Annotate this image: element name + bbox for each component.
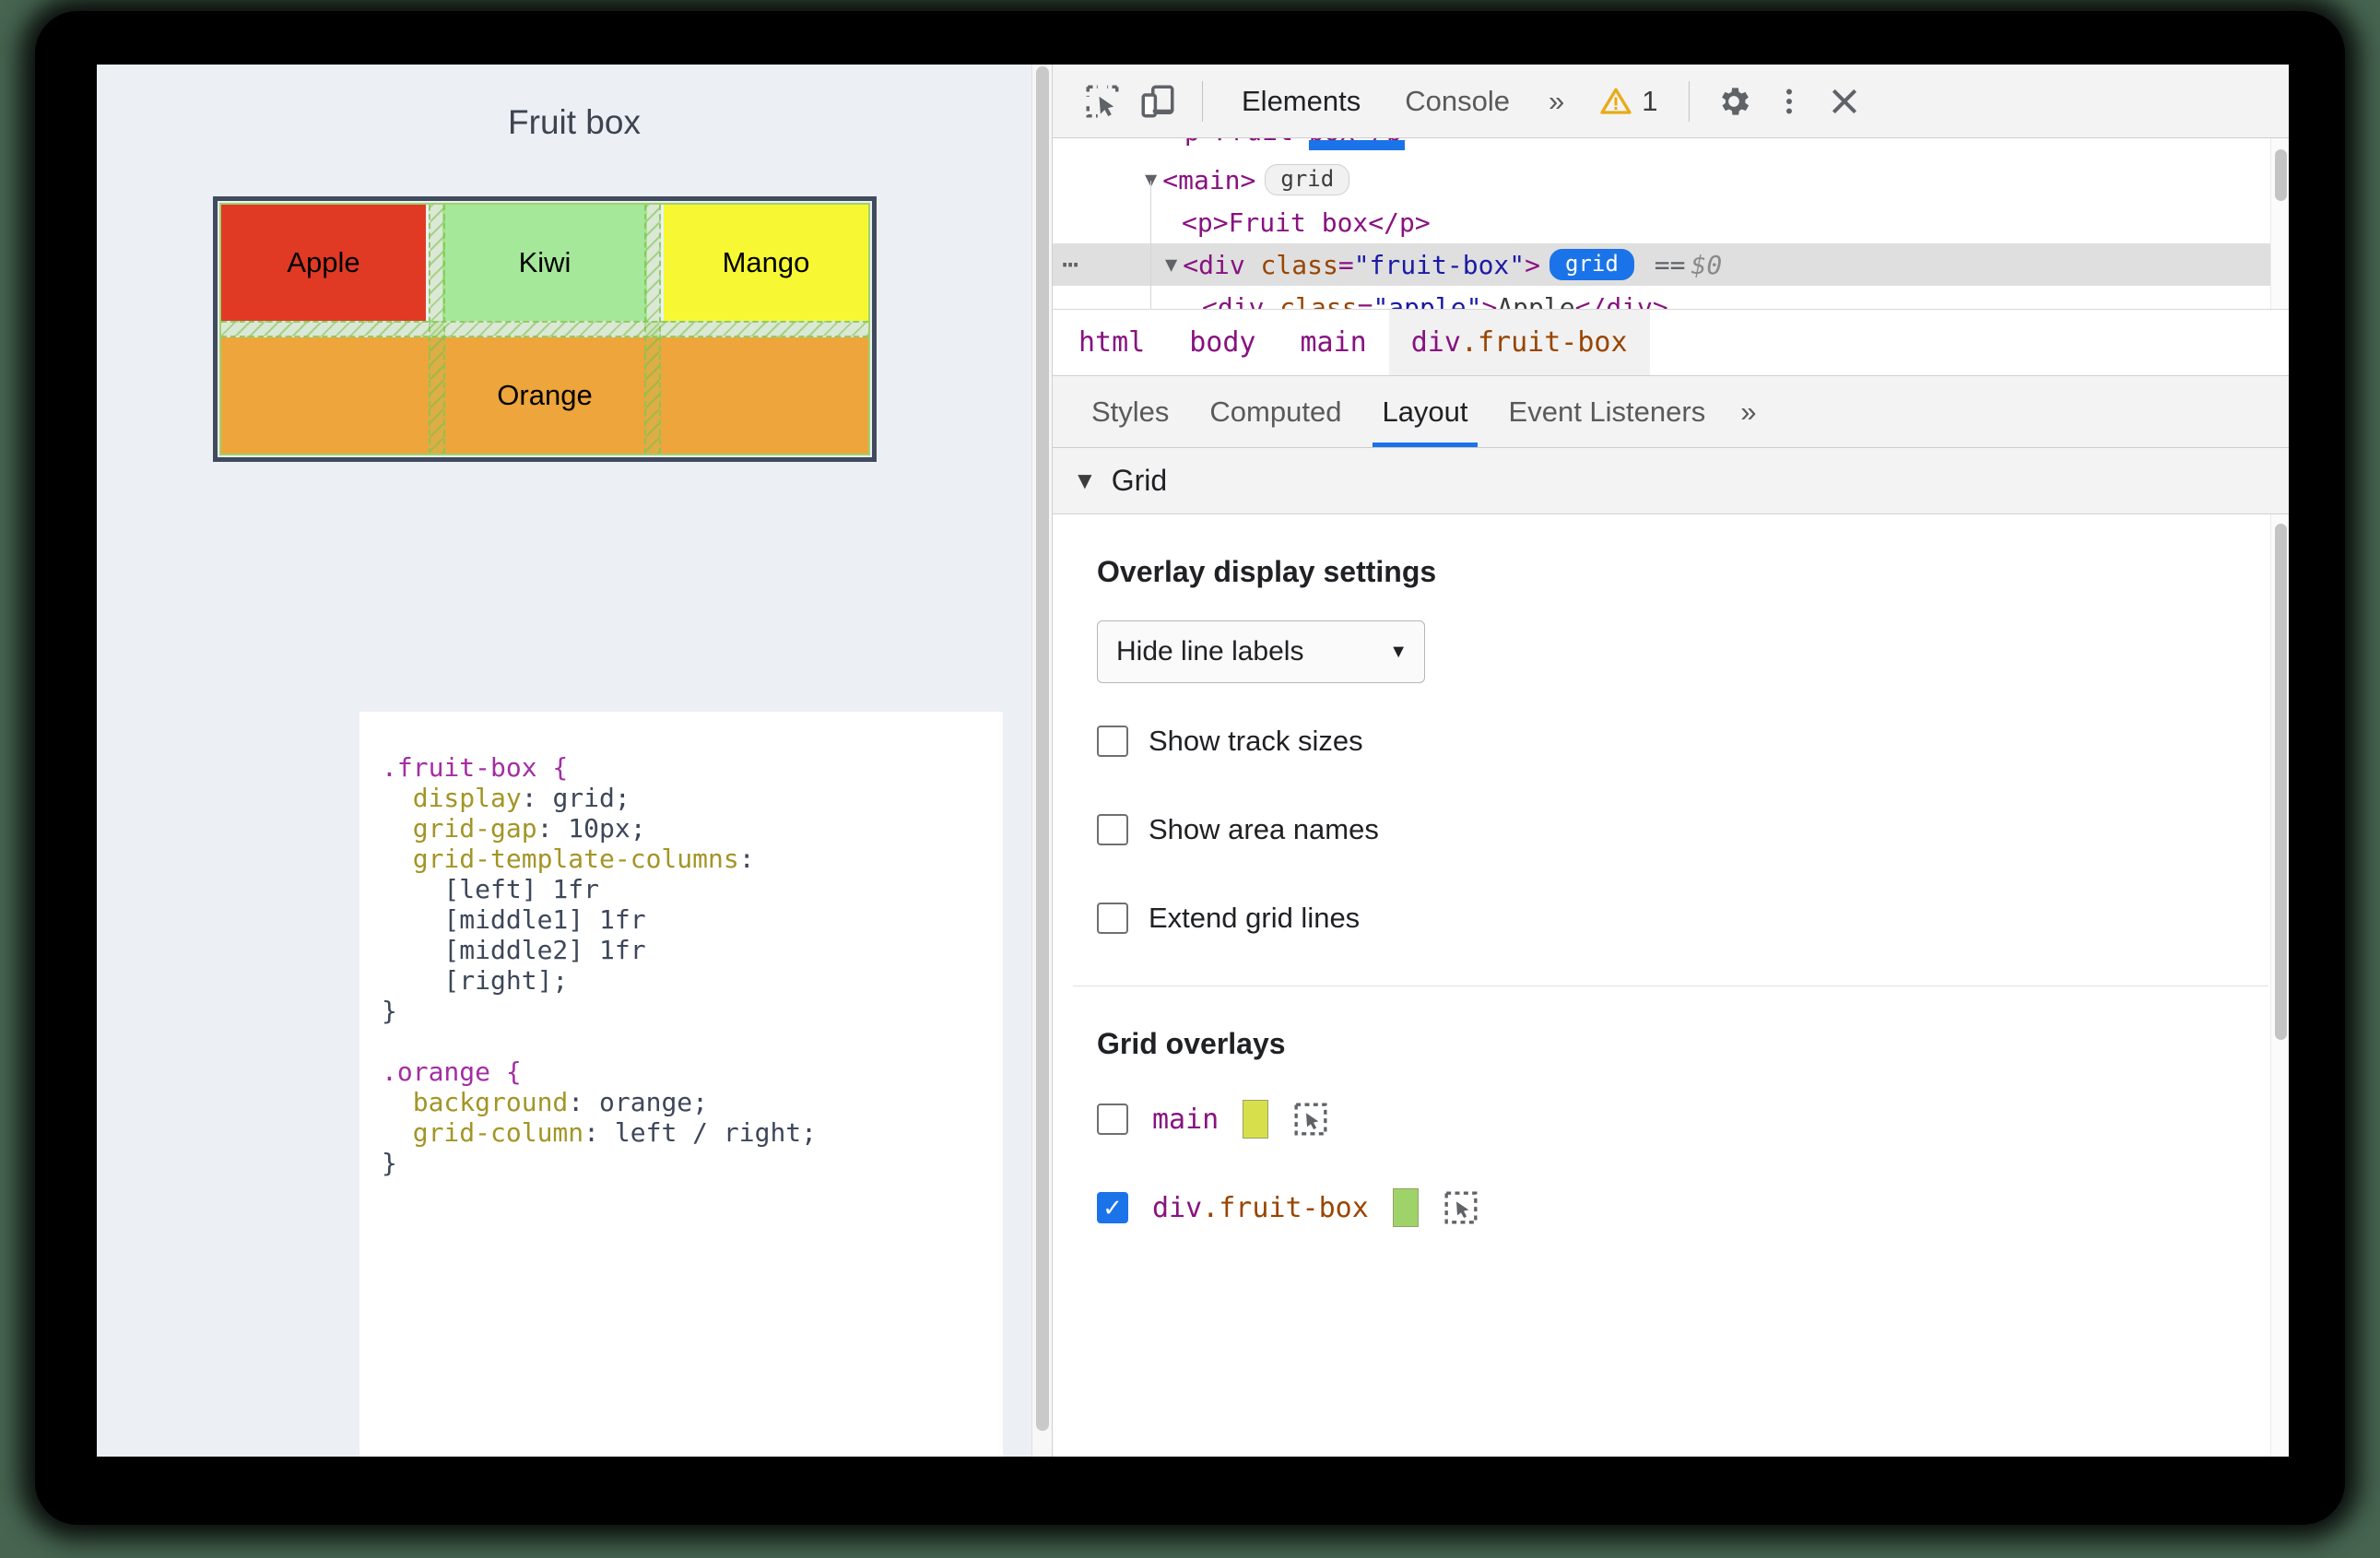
collapse-triangle-icon[interactable]: ▼ (1073, 466, 1097, 495)
toolbar-divider-2 (1689, 80, 1691, 122)
dom-tag-main: <main> (1162, 164, 1256, 195)
dom-row-p[interactable]: <p>Fruit box</p> (1053, 201, 2289, 243)
dom-tree[interactable]: <p>Fruit box</p> ▼ <main> grid <p>Fruit … (1053, 138, 2289, 310)
breadcrumb-item-main[interactable]: main (1278, 310, 1389, 375)
grid-section-header[interactable]: ▼ Grid (1053, 448, 2289, 514)
checkbox-row-extend-grid-lines[interactable]: Extend grid lines (1097, 891, 2289, 945)
fruit-box-container: Apple Kiwi Mango Orange (213, 196, 877, 462)
gear-icon[interactable] (1708, 76, 1760, 127)
grid-overlays-section: Grid overlays main ✓ div.fruit-box (1053, 986, 2289, 1234)
dom-equals: == (1654, 249, 1686, 280)
tab-elements[interactable]: Elements (1221, 65, 1381, 137)
dom-dollar-zero: $0 (1691, 249, 1723, 280)
page-scrollbar-thumb[interactable] (1036, 66, 1049, 1431)
dom-tag-p: <p>Fruit box</p> (1182, 207, 1431, 238)
grid-overlay-label-main: main (1152, 1103, 1219, 1136)
css-code-block: .fruit-box { display: grid; grid-gap: 10… (382, 752, 818, 1179)
dom-tag-fruitbox: <div class="fruit-box"> (1183, 249, 1540, 280)
checkmark-icon: ✓ (1102, 1194, 1123, 1222)
grid-cell-orange: Orange (221, 337, 868, 454)
tab-computed[interactable]: Computed (1189, 376, 1361, 447)
layout-panel-body: Overlay display settings Hide line label… (1053, 514, 2289, 1457)
checkbox-row-show-track-sizes[interactable]: Show track sizes (1097, 714, 2289, 768)
checkbox-overlay-fruitbox[interactable]: ✓ (1097, 1192, 1128, 1223)
devtools-toolbar: Elements Console » 1 (1053, 65, 2289, 138)
inspect-element-icon[interactable] (1077, 76, 1128, 127)
page-scrollbar[interactable] (1031, 65, 1052, 1457)
dom-row-menu-icon[interactable]: ⋯ (1062, 249, 1080, 281)
page-title: Fruit box (508, 103, 641, 141)
dom-highlight-bar (1309, 140, 1405, 150)
dom-row-apple[interactable]: <div class="apple">Apple</div> (1053, 286, 2289, 310)
element-picker-icon-fruitbox[interactable] (1443, 1189, 1479, 1226)
dom-row-fruitbox[interactable]: ⋯ ▼ <div class="fruit-box"> grid == $0 (1053, 243, 2289, 286)
overlay-settings-heading: Overlay display settings (1097, 555, 1437, 588)
color-swatch-main[interactable] (1243, 1100, 1269, 1139)
close-icon[interactable] (1819, 76, 1870, 127)
breadcrumb-class: .fruit-box (1460, 326, 1628, 359)
expand-triangle-icon-fruitbox[interactable]: ▼ (1165, 254, 1177, 277)
grid-overlay-row-fruitbox[interactable]: ✓ div.fruit-box (1097, 1181, 2289, 1234)
warning-indicator[interactable]: 1 (1583, 85, 1670, 118)
line-labels-select[interactable]: Hide line labels ▼ (1097, 620, 1425, 683)
breadcrumb-item-body[interactable]: body (1167, 310, 1278, 375)
line-labels-select-value: Hide line labels (1116, 636, 1304, 667)
grid-cell-apple: Apple (221, 205, 426, 321)
sidebar-tabs: Styles Computed Layout Event Listeners » (1053, 376, 2289, 448)
device-toolbar-icon[interactable] (1132, 76, 1184, 127)
dom-row-clipped[interactable]: <p>Fruit box</p> (1053, 138, 2289, 159)
breadcrumb: html body main div .fruit-box (1053, 310, 2289, 376)
layout-panel-scrollbar[interactable] (2270, 514, 2289, 1457)
checkbox-show-track-sizes[interactable] (1097, 726, 1128, 757)
overlay-display-settings-section: Overlay display settings Hide line label… (1053, 514, 2289, 945)
toolbar-divider (1202, 80, 1203, 122)
grid-cell-kiwi: Kiwi (442, 205, 647, 321)
more-tabs-icon[interactable]: » (1534, 85, 1579, 118)
tab-layout[interactable]: Layout (1361, 376, 1488, 447)
dom-indent-guide (1150, 181, 1151, 309)
grid-badge-fruitbox[interactable]: grid (1549, 248, 1634, 281)
layout-panel-scrollbar-thumb[interactable] (2275, 524, 2287, 1040)
tab-styles[interactable]: Styles (1071, 376, 1189, 447)
devtools-panel: Elements Console » 1 ▼ <main> grid <p>Fr… (1052, 65, 2289, 1457)
grid-cell-mango: Mango (664, 205, 868, 321)
grid-overlays-heading: Grid overlays (1097, 1027, 1286, 1060)
checkbox-show-area-names[interactable] (1097, 814, 1128, 845)
kebab-menu-icon[interactable] (1763, 76, 1815, 127)
chevron-down-icon: ▼ (1389, 641, 1408, 662)
breadcrumb-item-div-fruit-box[interactable]: div .fruit-box (1388, 310, 1650, 375)
breadcrumb-item-html[interactable]: html (1053, 310, 1167, 375)
tab-console[interactable]: Console (1384, 65, 1530, 137)
dom-row-main[interactable]: ▼ <main> grid (1053, 159, 2289, 201)
checkbox-label-extend-grid-lines: Extend grid lines (1149, 902, 1361, 934)
checkbox-label-show-area-names: Show area names (1149, 813, 1379, 845)
browser-window: Fruit box Apple Kiwi Mango Orange .fruit… (97, 65, 2289, 1457)
checkbox-extend-grid-lines[interactable] (1097, 903, 1128, 934)
dom-tag-apple: <div class="apple">Apple</div> (1202, 291, 1668, 310)
element-picker-icon-main[interactable] (1292, 1101, 1329, 1138)
grid-badge-main[interactable]: grid (1265, 163, 1350, 196)
dom-tree-scrollbar[interactable] (2270, 138, 2289, 309)
grid-gap-overlay-row1 (221, 321, 868, 337)
tab-event-listeners[interactable]: Event Listeners (1489, 376, 1726, 447)
warning-icon (1600, 88, 1632, 114)
fruit-box-grid: Apple Kiwi Mango Orange (219, 203, 870, 455)
grid-overlay-label-fruitbox: div.fruit-box (1152, 1191, 1369, 1224)
breadcrumb-tag: div (1410, 326, 1461, 359)
warning-count: 1 (1642, 84, 1658, 117)
grid-section-title: Grid (1111, 464, 1168, 497)
color-swatch-fruitbox[interactable] (1392, 1188, 1419, 1227)
checkbox-overlay-main[interactable] (1097, 1104, 1128, 1135)
more-sidebar-tabs-icon[interactable]: » (1726, 395, 1771, 429)
css-code-card: .fruit-box { display: grid; grid-gap: 10… (359, 712, 1003, 1457)
grid-overlay-row-main[interactable]: main (1097, 1092, 2289, 1146)
checkbox-label-show-track-sizes: Show track sizes (1149, 725, 1363, 757)
page-viewport: Fruit box Apple Kiwi Mango Orange .fruit… (97, 65, 1052, 1457)
checkbox-row-show-area-names[interactable]: Show area names (1097, 803, 2289, 856)
dom-tree-scrollbar-thumb[interactable] (2275, 149, 2287, 201)
